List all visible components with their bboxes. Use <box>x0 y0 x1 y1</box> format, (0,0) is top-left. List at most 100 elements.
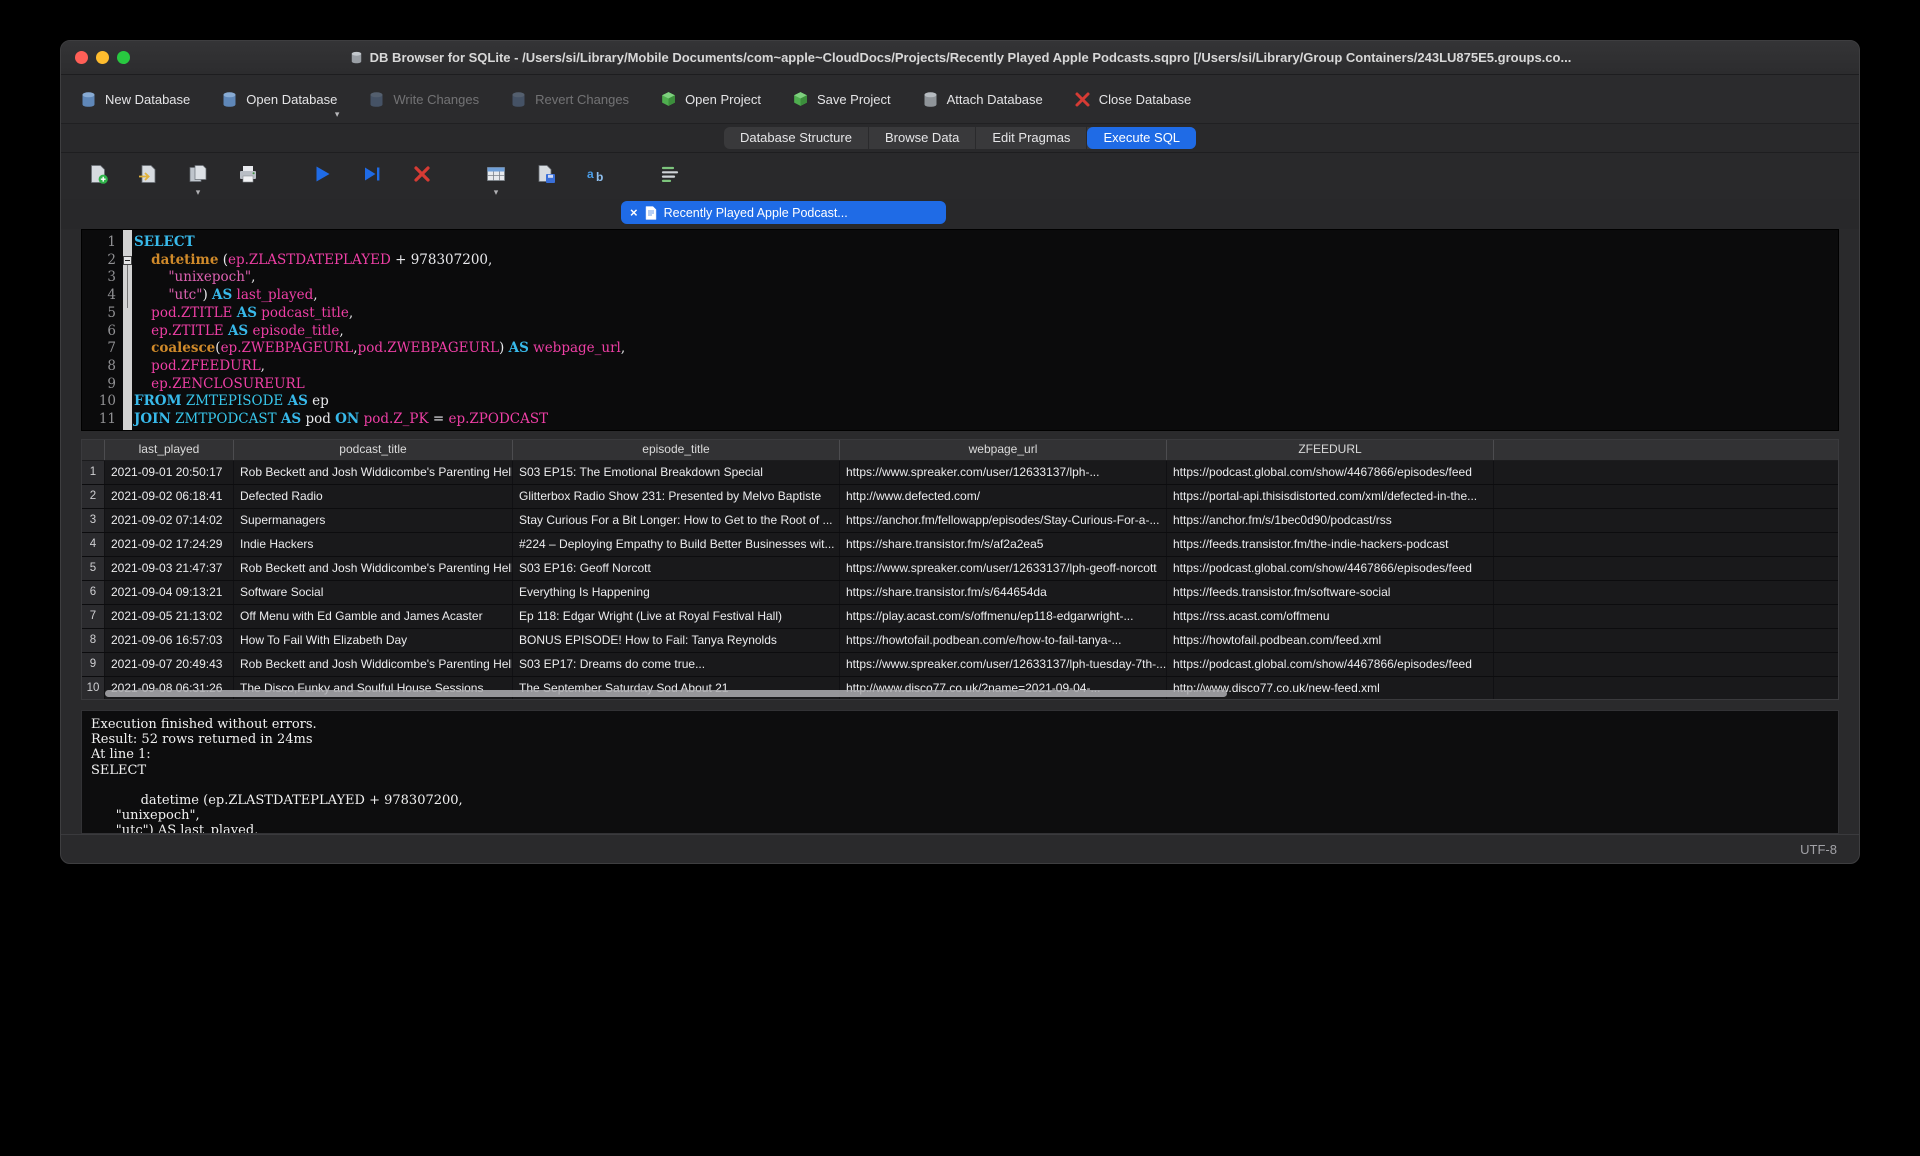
column-header-last_played[interactable]: last_played <box>105 440 234 460</box>
sql-line[interactable]: "utc") AS last_played, <box>134 287 1838 305</box>
export-results-button[interactable]: ▾ <box>481 161 511 191</box>
table-row[interactable]: 92021-09-07 20:49:43Rob Beckett and Josh… <box>82 653 1838 677</box>
table-cell[interactable]: https://rss.acast.com/offmenu <box>1167 605 1494 628</box>
table-cell[interactable]: https://podcast.global.com/show/4467866/… <box>1167 557 1494 580</box>
open-sql-new-tab-button[interactable]: ▾ <box>183 161 213 191</box>
table-row[interactable]: 42021-09-02 17:24:29Indie Hackers#224 – … <box>82 533 1838 557</box>
sql-line[interactable]: JOIN ZMTPODCAST AS pod ON pod.Z_PK = ep.… <box>134 411 1838 429</box>
format-sql-button[interactable] <box>655 161 685 191</box>
row-number[interactable]: 9 <box>82 653 105 676</box>
table-cell[interactable]: Rob Beckett and Josh Widdicombe's Parent… <box>234 461 513 484</box>
row-number[interactable]: 1 <box>82 461 105 484</box>
zoom-window-button[interactable] <box>117 51 130 64</box>
horizontal-scrollbar[interactable] <box>105 690 1227 697</box>
table-cell[interactable]: 2021-09-02 06:18:41 <box>105 485 234 508</box>
table-cell[interactable]: https://anchor.fm/s/1bec0d90/podcast/rss <box>1167 509 1494 532</box>
close-window-button[interactable] <box>75 51 88 64</box>
open-sql-file-button[interactable] <box>133 161 163 191</box>
table-cell[interactable]: Rob Beckett and Josh Widdicombe's Parent… <box>234 557 513 580</box>
sql-line[interactable]: SELECT <box>134 234 1838 252</box>
close-database-button[interactable]: Close Database <box>1073 90 1192 109</box>
execute-current-line-button[interactable] <box>357 161 387 191</box>
open-database-button[interactable]: Open Database▾ <box>220 90 337 109</box>
row-number[interactable]: 7 <box>82 605 105 628</box>
sql-line[interactable]: datetime (ep.ZLASTDATEPLAYED + 978307200… <box>134 252 1838 270</box>
table-cell[interactable]: https://share.transistor.fm/s/af2a2ea5 <box>840 533 1167 556</box>
table-cell[interactable]: Rob Beckett and Josh Widdicombe's Parent… <box>234 653 513 676</box>
chevron-down-icon[interactable]: ▾ <box>494 187 499 198</box>
new-sql-tab-button[interactable] <box>83 161 113 191</box>
row-number[interactable]: 2 <box>82 485 105 508</box>
table-cell[interactable]: How To Fail With Elizabeth Day <box>234 629 513 652</box>
table-cell[interactable]: https://feeds.transistor.fm/the-indie-ha… <box>1167 533 1494 556</box>
table-cell[interactable]: 2021-09-03 21:47:37 <box>105 557 234 580</box>
table-cell[interactable]: https://podcast.global.com/show/4467866/… <box>1167 653 1494 676</box>
table-cell[interactable]: Software Social <box>234 581 513 604</box>
fold-collapse-icon[interactable] <box>123 256 132 265</box>
minimize-window-button[interactable] <box>96 51 109 64</box>
row-number[interactable]: 3 <box>82 509 105 532</box>
close-tab-icon[interactable]: × <box>630 201 638 224</box>
sql-line[interactable]: "unixepoch", <box>134 269 1838 287</box>
table-cell[interactable]: S03 EP15: The Emotional Breakdown Specia… <box>513 461 840 484</box>
table-cell[interactable]: https://portal-api.thisisdistorted.com/x… <box>1167 485 1494 508</box>
chevron-down-icon[interactable]: ▾ <box>196 187 201 198</box>
column-header-webpage_url[interactable]: webpage_url <box>840 440 1167 460</box>
table-cell[interactable]: Indie Hackers <box>234 533 513 556</box>
table-cell[interactable]: Defected Radio <box>234 485 513 508</box>
execute-all-button[interactable] <box>307 161 337 191</box>
chevron-down-icon[interactable]: ▾ <box>335 109 340 120</box>
table-cell[interactable]: 2021-09-07 20:49:43 <box>105 653 234 676</box>
table-cell[interactable]: S03 EP16: Geoff Norcott <box>513 557 840 580</box>
sql-editor[interactable]: 1234567891011 SELECT datetime (ep.ZLASTD… <box>81 229 1839 431</box>
print-sql-button[interactable] <box>233 161 263 191</box>
table-cell[interactable]: 2021-09-06 16:57:03 <box>105 629 234 652</box>
row-number[interactable]: 6 <box>82 581 105 604</box>
table-cell[interactable]: #224 – Deploying Empathy to Build Better… <box>513 533 840 556</box>
row-number[interactable]: 8 <box>82 629 105 652</box>
sql-line[interactable]: ep.ZENCLOSUREURL <box>134 376 1838 394</box>
attach-database-button[interactable]: Attach Database <box>921 90 1043 109</box>
execution-log[interactable]: Execution finished without errors. Resul… <box>81 710 1839 834</box>
column-header-podcast_title[interactable]: podcast_title <box>234 440 513 460</box>
row-number[interactable]: 5 <box>82 557 105 580</box>
table-cell[interactable]: https://anchor.fm/fellowapp/episodes/Sta… <box>840 509 1167 532</box>
column-header-ZFEEDURL[interactable]: ZFEEDURL <box>1167 440 1494 460</box>
table-cell[interactable]: 2021-09-01 20:50:17 <box>105 461 234 484</box>
sql-tab[interactable]: × Recently Played Apple Podcast... <box>621 201 946 224</box>
table-cell[interactable]: https://howtofail.podbean.com/e/how-to-f… <box>840 629 1167 652</box>
table-cell[interactable]: https://podcast.global.com/show/4467866/… <box>1167 461 1494 484</box>
table-cell[interactable]: BONUS EPISODE! How to Fail: Tanya Reynol… <box>513 629 840 652</box>
table-cell[interactable]: 2021-09-02 07:14:02 <box>105 509 234 532</box>
table-cell[interactable]: https://feeds.transistor.fm/software-soc… <box>1167 581 1494 604</box>
row-number[interactable]: 4 <box>82 533 105 556</box>
table-cell[interactable]: Stay Curious For a Bit Longer: How to Ge… <box>513 509 840 532</box>
table-row[interactable]: 32021-09-02 07:14:02SupermanagersStay Cu… <box>82 509 1838 533</box>
table-cell[interactable]: https://www.spreaker.com/user/12633137/l… <box>840 653 1167 676</box>
table-cell[interactable]: https://howtofail.podbean.com/feed.xml <box>1167 629 1494 652</box>
table-row[interactable]: 62021-09-04 09:13:21Software SocialEvery… <box>82 581 1838 605</box>
table-row[interactable]: 52021-09-03 21:47:37Rob Beckett and Josh… <box>82 557 1838 581</box>
sql-line[interactable]: coalesce(ep.ZWEBPAGEURL,pod.ZWEBPAGEURL)… <box>134 340 1838 358</box>
table-row[interactable]: 12021-09-01 20:50:17Rob Beckett and Josh… <box>82 461 1838 485</box>
save-project-button[interactable]: Save Project <box>791 90 891 109</box>
table-cell[interactable]: https://share.transistor.fm/s/644654da <box>840 581 1167 604</box>
find-replace-button[interactable]: ab <box>581 161 611 191</box>
row-number[interactable]: 10 <box>82 677 105 700</box>
table-cell[interactable]: Supermanagers <box>234 509 513 532</box>
table-cell[interactable]: Glitterbox Radio Show 231: Presented by … <box>513 485 840 508</box>
tab-edit-pragmas[interactable]: Edit Pragmas <box>976 127 1087 149</box>
table-cell[interactable]: https://play.acast.com/s/offmenu/ep118-e… <box>840 605 1167 628</box>
table-cell[interactable]: 2021-09-05 21:13:02 <box>105 605 234 628</box>
table-cell[interactable]: 2021-09-02 17:24:29 <box>105 533 234 556</box>
table-cell[interactable]: Everything Is Happening <box>513 581 840 604</box>
table-cell[interactable]: http://www.defected.com/ <box>840 485 1167 508</box>
open-project-button[interactable]: Open Project <box>659 90 761 109</box>
tab-browse-data[interactable]: Browse Data <box>869 127 976 149</box>
table-cell[interactable]: Ep 118: Edgar Wright (Live at Royal Fest… <box>513 605 840 628</box>
table-cell[interactable]: Off Menu with Ed Gamble and James Acaste… <box>234 605 513 628</box>
fold-margin[interactable] <box>123 230 132 430</box>
sql-line[interactable]: pod.ZFEEDURL, <box>134 358 1838 376</box>
stop-execution-button[interactable] <box>407 161 437 191</box>
table-row[interactable]: 22021-09-02 06:18:41Defected RadioGlitte… <box>82 485 1838 509</box>
